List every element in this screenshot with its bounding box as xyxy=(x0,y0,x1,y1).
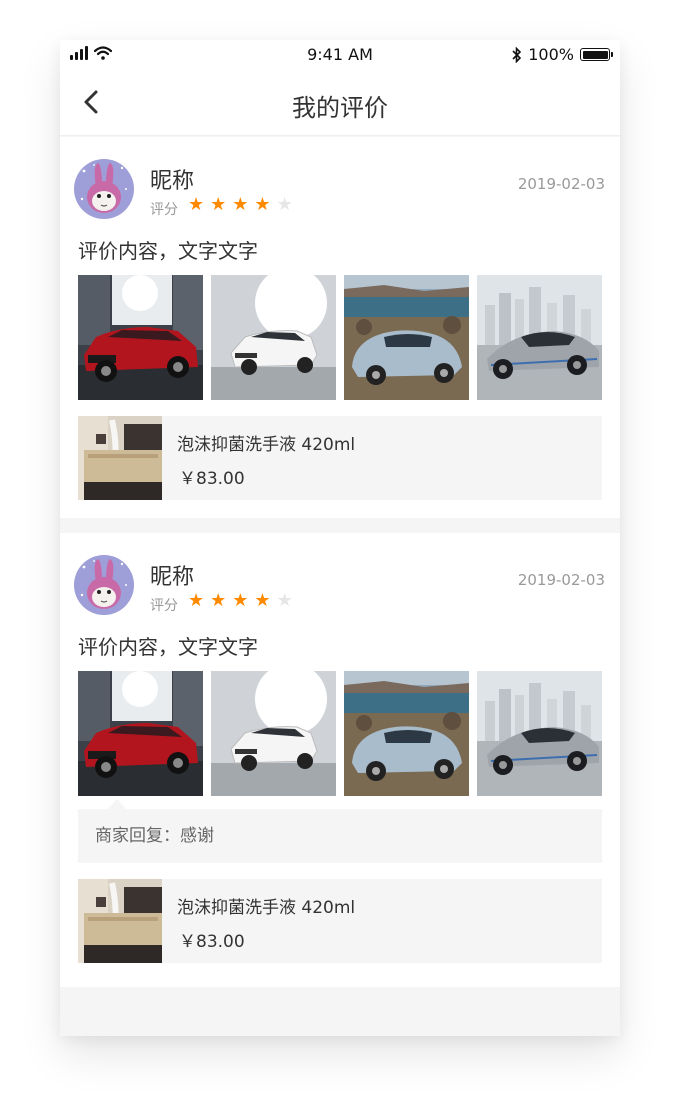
star-empty-icon: ★ xyxy=(276,194,293,215)
review-photos xyxy=(78,275,602,400)
product-price: ￥83.00 xyxy=(179,469,245,489)
status-bar: 9:41 AM 100% xyxy=(60,40,620,70)
review-photo-white-sedan[interactable] xyxy=(211,671,336,796)
star-icon: ★ xyxy=(210,194,227,215)
review-photos xyxy=(78,671,602,796)
battery-icon xyxy=(580,48,613,61)
star-icon: ★ xyxy=(254,590,271,611)
product-item[interactable]: 泡沫抑菌洗手液 420ml ￥83.00 xyxy=(78,879,602,963)
review-content: 评价内容，文字文字 xyxy=(78,239,258,263)
review-photo-silver-sportscar[interactable] xyxy=(477,275,602,400)
merchant-reply: 商家回复：感谢 xyxy=(78,809,602,863)
avatar xyxy=(74,159,134,219)
rating-label: 评分 xyxy=(150,202,178,218)
rating-label: 评分 xyxy=(150,598,178,614)
review-card: 昵称 评分 ★ ★ ★ ★ ★ 2019-02-03 评价内容，文字文字 泡沫抑… xyxy=(60,137,620,518)
product-name: 泡沫抑菌洗手液 420ml xyxy=(177,898,356,918)
review-photo-red-suv[interactable] xyxy=(78,275,203,400)
review-photo-red-suv[interactable] xyxy=(78,671,203,796)
review-date: 2019-02-03 xyxy=(517,175,605,193)
review-photo-blue-beetle[interactable] xyxy=(344,275,469,400)
star-icon: ★ xyxy=(210,590,227,611)
review-photo-white-sedan[interactable] xyxy=(211,275,336,400)
product-name: 泡沫抑菌洗手液 420ml xyxy=(177,435,356,455)
star-empty-icon: ★ xyxy=(276,590,293,611)
star-icon: ★ xyxy=(254,194,271,215)
star-icon: ★ xyxy=(188,194,205,215)
review-photo-silver-sportscar[interactable] xyxy=(477,671,602,796)
product-item[interactable]: 泡沫抑菌洗手液 420ml ￥83.00 xyxy=(78,416,602,500)
product-thumbnail xyxy=(78,879,162,963)
rating-stars: ★ ★ ★ ★ ★ xyxy=(188,591,293,611)
bluetooth-icon xyxy=(512,46,522,63)
reply-pointer xyxy=(108,799,126,809)
star-icon: ★ xyxy=(188,590,205,611)
rating-stars: ★ ★ ★ ★ ★ xyxy=(188,195,293,215)
page-title: 我的评价 xyxy=(292,94,388,122)
status-right: 100% xyxy=(512,45,613,64)
product-thumbnail xyxy=(78,416,162,500)
review-date: 2019-02-03 xyxy=(517,571,605,589)
reviewer-nickname: 昵称 xyxy=(150,169,195,194)
nav-bar: 我的评价 xyxy=(60,70,620,136)
star-icon: ★ xyxy=(232,194,249,215)
review-content: 评价内容，文字文字 xyxy=(78,635,258,659)
review-photo-blue-beetle[interactable] xyxy=(344,671,469,796)
star-icon: ★ xyxy=(232,590,249,611)
product-price: ￥83.00 xyxy=(179,932,245,952)
review-card: 昵称 评分 ★ ★ ★ ★ ★ 2019-02-03 评价内容，文字文字 商家回… xyxy=(60,533,620,987)
phone-screen: 9:41 AM 100% 我的评价 昵称 评分 ★ ★ ★ ★ ★ 2019-0… xyxy=(60,40,620,1036)
reviewer-nickname: 昵称 xyxy=(150,565,195,590)
battery-percent: 100% xyxy=(528,45,574,64)
avatar xyxy=(74,555,134,615)
